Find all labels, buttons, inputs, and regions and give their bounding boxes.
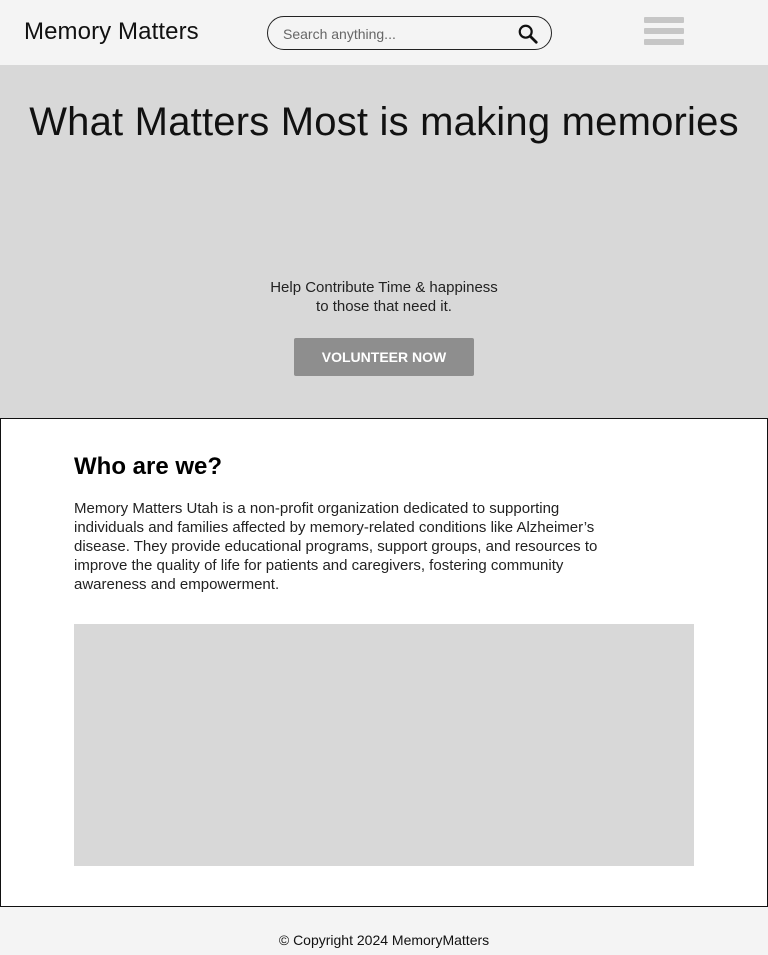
menu-bar-bottom	[644, 39, 684, 45]
hamburger-menu-icon[interactable]	[644, 17, 684, 46]
site-logo[interactable]: Memory Matters	[24, 18, 199, 46]
menu-bar-middle	[644, 28, 684, 34]
hero-section: What Matters Most is making memories Hel…	[0, 65, 768, 418]
menu-bar-top	[644, 17, 684, 23]
search-icon[interactable]	[517, 23, 539, 45]
search-bar[interactable]	[267, 16, 552, 50]
hero-subtitle-line2: to those that need it.	[316, 298, 452, 315]
about-heading: Who are we?	[74, 453, 223, 480]
image-placeholder	[74, 624, 694, 866]
about-section: Who are we? Memory Matters Utah is a non…	[0, 418, 768, 907]
hero-subtitle: Help Contribute Time & happiness to thos…	[0, 278, 768, 316]
site-footer: © Copyright 2024 MemoryMatters	[0, 907, 768, 955]
volunteer-now-button[interactable]: VOLUNTEER NOW	[294, 338, 474, 376]
about-description: Memory Matters Utah is a non-profit orga…	[74, 500, 598, 593]
search-input[interactable]	[283, 24, 513, 44]
site-header: Memory Matters	[0, 0, 768, 65]
hero-subtitle-line1: Help Contribute Time & happiness	[270, 279, 498, 296]
copyright-text: © Copyright 2024 MemoryMatters	[278, 932, 490, 948]
hero-title: What Matters Most is making memories	[29, 100, 739, 144]
